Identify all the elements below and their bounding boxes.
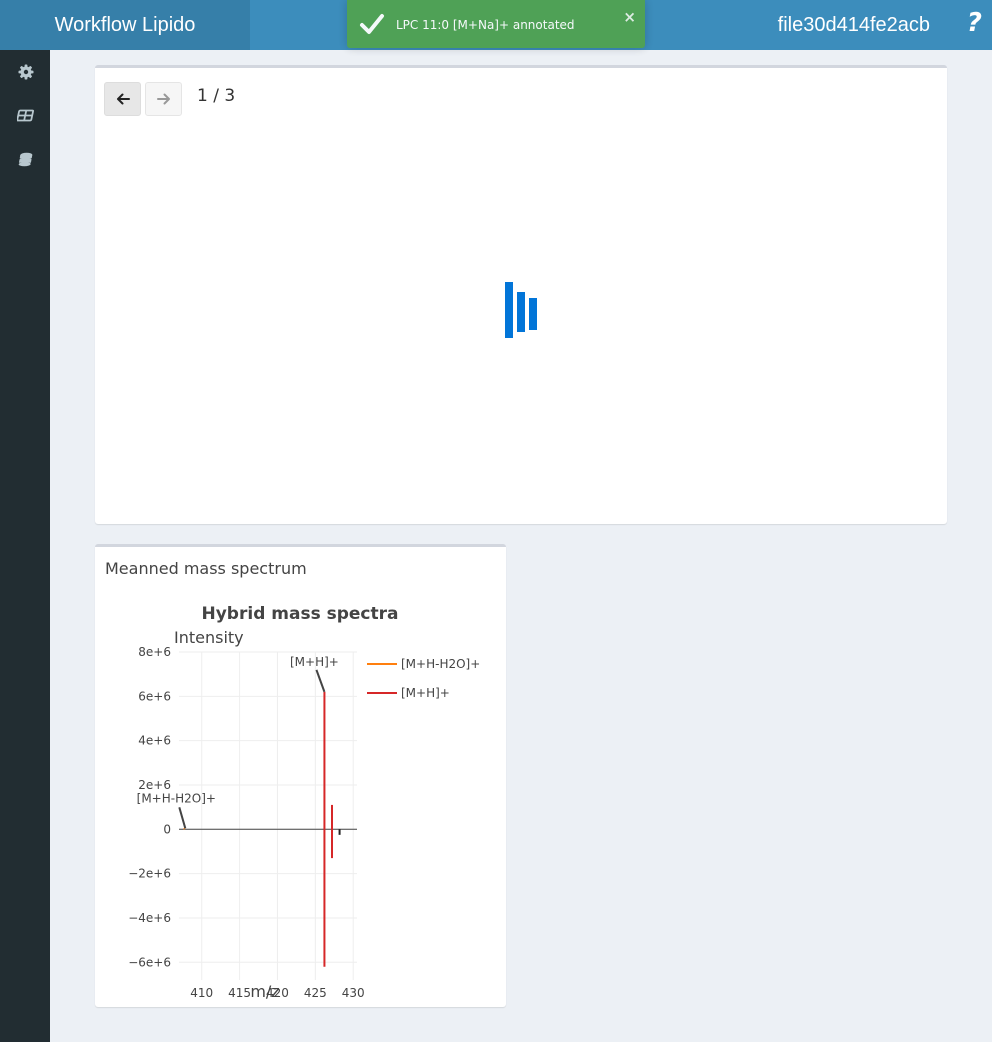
arrow-right-icon [157,93,170,105]
y-axis-label: Intensity [174,628,244,647]
page-indicator: 1 / 3 [197,86,236,106]
annotation-label: [M+H]+ [290,655,339,669]
loading-spinner-icon [505,282,539,340]
mass-spectrum-chart[interactable]: 410 415 420 425 430−6e+6−4e+6−2e+602e+64e+66… [95,587,506,1007]
x-tick-label: 430 [342,986,365,1000]
legend-label: [M+H-H2O]+ [401,657,480,671]
sidebar [0,50,50,1042]
annotation-arrow [315,669,326,693]
table-icon[interactable] [16,107,35,125]
y-tick-label: 6e+6 [138,689,171,703]
y-tick-label: 8e+6 [138,645,171,659]
y-tick-label: −6e+6 [128,955,171,969]
x-tick-label: 415 [228,986,251,1000]
spectrum-box-title: Meanned mass spectrum [105,559,307,578]
check-icon [359,12,385,41]
legend-label: [M+H]+ [401,686,450,700]
y-tick-label: −4e+6 [128,911,171,925]
y-tick-label: 0 [163,822,171,836]
help-icon[interactable]: ? [967,8,982,38]
next-page-button[interactable] [145,82,182,116]
gear-icon[interactable] [17,63,35,81]
chart-title: Hybrid mass spectra [202,604,399,624]
y-tick-label: 2e+6 [138,778,171,792]
x-tick-label: 410 [190,986,213,1000]
arrow-left-icon [117,93,130,105]
toast-notification[interactable]: LPC 11:0 [M+Na]+ annotated × [347,0,645,48]
annotation-arrow [178,807,187,829]
chromatogram-viewer-box: 1 / 3 [95,65,947,524]
annotation-label: [M+H-H2O]+ [137,791,216,805]
database-icon[interactable] [17,151,35,169]
spectrum-box: Meanned mass spectrum 410 415 420 425 430 −6e… [95,544,506,1007]
toast-message: LPC 11:0 [M+Na]+ annotated [396,18,575,32]
toast-close-icon[interactable]: × [623,8,636,26]
x-axis-label: m/z [250,982,279,1001]
prev-page-button[interactable] [104,82,141,116]
x-tick-label: 425 [304,986,327,1000]
file-name-label: file30d414fe2acb [777,14,930,36]
y-tick-label: 4e+6 [138,734,171,748]
app-logo[interactable]: Workflow Lipido [0,0,250,50]
y-tick-label: −2e+6 [128,867,171,881]
